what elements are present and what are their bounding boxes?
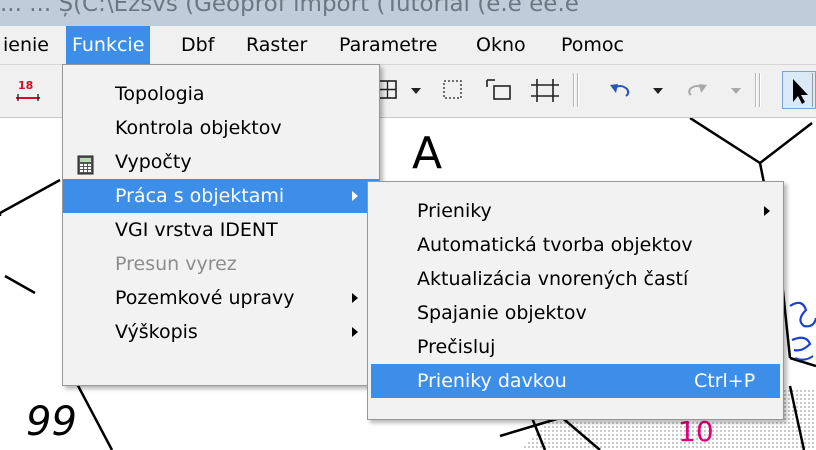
- menu-raster[interactable]: Raster: [240, 26, 313, 64]
- toolbar-separator: [577, 73, 579, 107]
- submenu-item-prieniky-davkou[interactable]: Prieniky davkou Ctrl+P: [371, 364, 780, 398]
- submenu-item-spajanie-objektov[interactable]: Spajanie objektov: [368, 296, 783, 330]
- submenu-arrow-icon: [764, 206, 770, 216]
- scale-tool-icon[interactable]: 18: [14, 79, 44, 103]
- toolbar-separator: [755, 73, 757, 107]
- menu-item-topologia[interactable]: Topologia: [63, 77, 379, 111]
- praca-s-objektami-submenu: Prieniky Automatická tvorba objektov Akt…: [367, 181, 784, 420]
- dropdown-arrow-icon[interactable]: [650, 75, 666, 105]
- dropdown-arrow-icon[interactable]: [408, 75, 424, 105]
- submenu-arrow-icon: [352, 293, 358, 303]
- menu-item-vyskopis[interactable]: Výškopis: [63, 315, 379, 349]
- menu-funkcie[interactable]: Funkcie: [66, 26, 151, 64]
- menu-item-praca-s-objektami[interactable]: Práca s objektami: [63, 179, 379, 213]
- window-title: ... ... Ș(C:\Ezsvs (Geoprof import (Tuto…: [0, 0, 579, 17]
- submenu-item-prieniky[interactable]: Prieniky: [368, 194, 783, 228]
- menu-parametre[interactable]: Parametre: [333, 26, 443, 64]
- menu-bar: ienie Funkcie Dbf Raster Parametre Okno …: [0, 26, 816, 65]
- menu-item-vypocty[interactable]: Vypočty: [63, 145, 379, 179]
- funkcie-menu: Topologia Kontrola objektov Vypočty Prác…: [62, 64, 380, 386]
- menu-item-pozemkove-upravy[interactable]: Pozemkové upravy: [63, 281, 379, 315]
- corner-rect-icon[interactable]: [484, 75, 514, 105]
- canvas-label-10: 10: [678, 415, 714, 448]
- canvas-label-99: 99: [26, 399, 77, 445]
- submenu-item-precisluj[interactable]: Prečisluj: [368, 330, 783, 364]
- toolbar-separator: [573, 73, 575, 107]
- submenu-arrow-icon: [352, 191, 358, 201]
- menu-dbf[interactable]: Dbf: [175, 26, 220, 64]
- crosshair-grid-icon[interactable]: [528, 75, 562, 105]
- menu-item-vgi-vrstva-ident[interactable]: VGI vrstva IDENT: [63, 213, 379, 247]
- redo-icon: [684, 75, 710, 105]
- toolbar-separator: [812, 73, 813, 107]
- dotted-rect-icon[interactable]: [440, 75, 466, 105]
- calculator-icon: [76, 152, 96, 175]
- pointer-tool-button[interactable]: [782, 71, 816, 109]
- dropdown-arrow-icon: [728, 75, 744, 105]
- menu-item-kontrola-objektov[interactable]: Kontrola objektov: [63, 111, 379, 145]
- submenu-item-automaticka-tvorba-objektov[interactable]: Automatická tvorba objektov: [368, 228, 783, 262]
- submenu-item-aktualizacia-vnorenych-casti[interactable]: Aktualizácia vnorených častí: [368, 262, 783, 296]
- submenu-arrow-icon: [352, 327, 358, 337]
- menu-pomoc[interactable]: Pomoc: [555, 26, 630, 64]
- menu-item-presun-vyrez: Presun vyrez: [115, 253, 237, 275]
- canvas-label-a: A: [412, 128, 443, 179]
- window-title-bar: ... ... Ș(C:\Ezsvs (Geoprof import (Tuto…: [0, 0, 816, 26]
- shortcut-label: Ctrl+P: [694, 370, 756, 392]
- menu-zobrazenie[interactable]: ienie: [0, 26, 55, 64]
- menu-okno[interactable]: Okno: [470, 26, 532, 64]
- undo-icon[interactable]: [606, 75, 634, 105]
- toolbar-separator: [759, 73, 761, 107]
